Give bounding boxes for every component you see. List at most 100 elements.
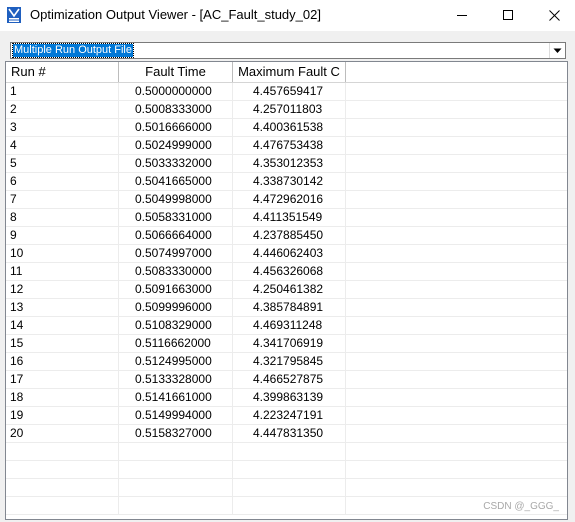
window-title: Optimization Output Viewer - [AC_Fault_s… xyxy=(30,7,321,22)
cell-fault-time: 0.5058331000 xyxy=(119,209,233,226)
cell-empty xyxy=(346,119,567,136)
column-header-fault-time[interactable]: Fault Time xyxy=(119,62,233,82)
cell-run: 17 xyxy=(6,371,119,388)
cell-empty xyxy=(346,83,567,100)
cell-empty xyxy=(346,245,567,262)
table-row[interactable]: 6 0.5041665000 4.338730142 xyxy=(6,173,567,191)
cell-fault-time: 0.5099996000 xyxy=(119,299,233,316)
cell-maximum-fault: 4.411351549 xyxy=(233,209,346,226)
table-row[interactable]: 17 0.5133328000 4.466527875 xyxy=(6,371,567,389)
cell-empty xyxy=(346,425,567,442)
cell-fault-time: 0.5033332000 xyxy=(119,155,233,172)
cell-empty xyxy=(346,191,567,208)
cell-empty xyxy=(346,407,567,424)
cell-fault-time: 0.5041665000 xyxy=(119,173,233,190)
table-row[interactable]: 8 0.5058331000 4.411351549 xyxy=(6,209,567,227)
cell-maximum-fault xyxy=(233,443,346,460)
cell-run: 11 xyxy=(6,263,119,280)
table-body: 1 0.5000000000 4.457659417 2 0.5008333000 4.2… xyxy=(6,83,567,515)
table-row[interactable]: 9 0.5066664000 4.237885450 xyxy=(6,227,567,245)
close-icon xyxy=(548,10,560,21)
cell-maximum-fault: 4.353012353 xyxy=(233,155,346,172)
cell-fault-time xyxy=(119,461,233,478)
cell-fault-time xyxy=(119,497,233,514)
table-row[interactable]: 19 0.5149994000 4.223247191 xyxy=(6,407,567,425)
cell-maximum-fault: 4.321795845 xyxy=(233,353,346,370)
optimization-output-viewer-window: Optimization Output Viewer - [AC_Fault_s… xyxy=(0,0,575,522)
cell-fault-time: 0.5074997000 xyxy=(119,245,233,262)
cell-run: 3 xyxy=(6,119,119,136)
close-button[interactable] xyxy=(531,0,575,31)
cell-maximum-fault: 4.250461382 xyxy=(233,281,346,298)
cell-fault-time: 0.5124995000 xyxy=(119,353,233,370)
cell-fault-time: 0.5116662000 xyxy=(119,335,233,352)
cell-empty xyxy=(346,443,567,460)
cell-maximum-fault: 4.338730142 xyxy=(233,173,346,190)
table-row[interactable]: 5 0.5033332000 4.353012353 xyxy=(6,155,567,173)
cell-maximum-fault: 4.469311248 xyxy=(233,317,346,334)
minimize-button[interactable] xyxy=(439,0,485,31)
cell-maximum-fault: 4.400361538 xyxy=(233,119,346,136)
table-row[interactable]: 12 0.5091663000 4.250461382 xyxy=(6,281,567,299)
cell-fault-time: 0.5016666000 xyxy=(119,119,233,136)
cell-maximum-fault: 4.385784891 xyxy=(233,299,346,316)
table-row[interactable]: 2 0.5008333000 4.257011803 xyxy=(6,101,567,119)
cell-empty xyxy=(346,281,567,298)
maximize-button[interactable] xyxy=(485,0,531,31)
table-row[interactable]: 7 0.5049998000 4.472962016 xyxy=(6,191,567,209)
cell-empty xyxy=(346,479,567,496)
cell-empty xyxy=(346,335,567,352)
table-row[interactable]: 3 0.5016666000 4.400361538 xyxy=(6,119,567,137)
output-file-select-value: Multiple Run Output File xyxy=(12,43,134,58)
cell-fault-time xyxy=(119,479,233,496)
table-row[interactable] xyxy=(6,461,567,479)
cell-fault-time: 0.5000000000 xyxy=(119,83,233,100)
table-row[interactable]: 10 0.5074997000 4.446062403 xyxy=(6,245,567,263)
chevron-down-icon xyxy=(553,48,562,53)
output-file-select[interactable]: Multiple Run Output File xyxy=(10,42,566,59)
cell-empty xyxy=(346,371,567,388)
cell-maximum-fault: 4.447831350 xyxy=(233,425,346,442)
cell-run: 12 xyxy=(6,281,119,298)
cell-fault-time: 0.5158327000 xyxy=(119,425,233,442)
cell-maximum-fault: 4.456326068 xyxy=(233,263,346,280)
watermark: CSDN @_GGG_ xyxy=(483,501,559,512)
cell-run: 18 xyxy=(6,389,119,406)
cell-empty xyxy=(346,353,567,370)
table-row[interactable]: 13 0.5099996000 4.385784891 xyxy=(6,299,567,317)
table-row[interactable]: 14 0.5108329000 4.469311248 xyxy=(6,317,567,335)
cell-empty xyxy=(346,317,567,334)
cell-fault-time: 0.5083330000 xyxy=(119,263,233,280)
cell-run: 15 xyxy=(6,335,119,352)
table-row[interactable]: 11 0.5083330000 4.456326068 xyxy=(6,263,567,281)
cell-run: 8 xyxy=(6,209,119,226)
cell-fault-time: 0.5133328000 xyxy=(119,371,233,388)
cell-run: 20 xyxy=(6,425,119,442)
table-row[interactable] xyxy=(6,443,567,461)
cell-maximum-fault xyxy=(233,479,346,496)
cell-run: 7 xyxy=(6,191,119,208)
cell-run: 5 xyxy=(6,155,119,172)
table-row[interactable]: 16 0.5124995000 4.321795845 xyxy=(6,353,567,371)
cell-empty xyxy=(346,155,567,172)
title-bar[interactable]: Optimization Output Viewer - [AC_Fault_s… xyxy=(0,0,575,31)
cell-fault-time: 0.5024999000 xyxy=(119,137,233,154)
table-row[interactable]: 1 0.5000000000 4.457659417 xyxy=(6,83,567,101)
table-row[interactable]: 4 0.5024999000 4.476753438 xyxy=(6,137,567,155)
table-row[interactable]: 18 0.5141661000 4.399863139 xyxy=(6,389,567,407)
cell-fault-time: 0.5108329000 xyxy=(119,317,233,334)
table-row[interactable] xyxy=(6,479,567,497)
table-row[interactable]: 20 0.5158327000 4.447831350 xyxy=(6,425,567,443)
cell-run: 6 xyxy=(6,173,119,190)
cell-maximum-fault: 4.341706919 xyxy=(233,335,346,352)
results-table[interactable]: Run # Fault Time Maximum Fault C 1 0.5000… xyxy=(5,61,568,520)
cell-maximum-fault: 4.472962016 xyxy=(233,191,346,208)
cell-fault-time: 0.5066664000 xyxy=(119,227,233,244)
dropdown-arrow-button[interactable] xyxy=(549,43,565,58)
table-row[interactable]: 15 0.5116662000 4.341706919 xyxy=(6,335,567,353)
cell-run xyxy=(6,479,119,496)
column-header-maximum-fault[interactable]: Maximum Fault C xyxy=(233,62,346,82)
column-header-run[interactable]: Run # xyxy=(6,62,119,82)
cell-empty xyxy=(346,173,567,190)
cell-empty xyxy=(346,263,567,280)
